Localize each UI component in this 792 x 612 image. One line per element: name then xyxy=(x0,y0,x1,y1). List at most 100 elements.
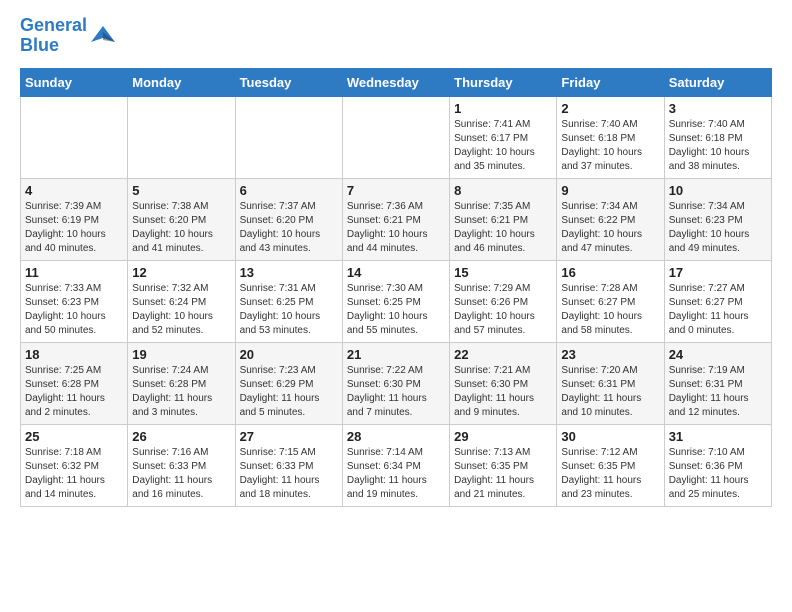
calendar-cell: 5 Sunrise: 7:38 AM Sunset: 6:20 PM Daylig… xyxy=(128,178,235,260)
weekday-header-wednesday: Wednesday xyxy=(342,68,449,96)
day-content: Sunrise: 7:36 AM Sunset: 6:21 PM Dayligh… xyxy=(347,200,445,256)
day-content: Sunrise: 7:38 AM Sunset: 6:20 PM Dayligh… xyxy=(132,200,230,256)
calendar-cell: 26Sunrise: 7:16 AM Sunset: 6:33 PM Dayli… xyxy=(128,424,235,506)
calendar-cell: 3Sunrise: 7:40 AM Sunset: 6:18 PM Daylig… xyxy=(664,96,771,178)
day-number: 12 xyxy=(132,265,230,280)
day-number: 4 xyxy=(25,183,123,198)
calendar-cell: 7 Sunrise: 7:36 AM Sunset: 6:21 PM Daylig… xyxy=(342,178,449,260)
calendar-cell: 9 Sunrise: 7:34 AM Sunset: 6:22 PM Daylig… xyxy=(557,178,664,260)
calendar-cell: 20Sunrise: 7:23 AM Sunset: 6:29 PM Dayli… xyxy=(235,342,342,424)
day-number: 16 xyxy=(561,265,659,280)
day-content: Sunrise: 7:21 AM Sunset: 6:30 PM Dayligh… xyxy=(454,364,552,420)
day-number: 30 xyxy=(561,429,659,444)
calendar-cell: 4 Sunrise: 7:39 AM Sunset: 6:19 PM Daylig… xyxy=(21,178,128,260)
day-number: 31 xyxy=(669,429,767,444)
logo-text: General Blue xyxy=(20,16,87,56)
weekday-header-monday: Monday xyxy=(128,68,235,96)
day-number: 19 xyxy=(132,347,230,362)
calendar-cell: 2 Sunrise: 7:40 AM Sunset: 6:18 PM Daylig… xyxy=(557,96,664,178)
day-number: 23 xyxy=(561,347,659,362)
day-number: 21 xyxy=(347,347,445,362)
calendar-cell: 22 Sunrise: 7:21 AM Sunset: 6:30 PM Dayli… xyxy=(450,342,557,424)
calendar-week-3: 11Sunrise: 7:33 AM Sunset: 6:23 PM Dayli… xyxy=(21,260,772,342)
calendar-table: SundayMondayTuesdayWednesdayThursdayFrid… xyxy=(20,68,772,507)
day-number: 9 xyxy=(561,183,659,198)
day-content: Sunrise: 7:41 AM Sunset: 6:17 PM Dayligh… xyxy=(454,118,552,174)
calendar-cell xyxy=(128,96,235,178)
weekday-header-row: SundayMondayTuesdayWednesdayThursdayFrid… xyxy=(21,68,772,96)
day-number: 7 xyxy=(347,183,445,198)
day-content: Sunrise: 7:39 AM Sunset: 6:19 PM Dayligh… xyxy=(25,200,123,256)
calendar-cell: 17 Sunrise: 7:27 AM Sunset: 6:27 PM Dayli… xyxy=(664,260,771,342)
calendar-cell: 23 Sunrise: 7:20 AM Sunset: 6:31 PM Dayli… xyxy=(557,342,664,424)
day-number: 3 xyxy=(669,101,767,116)
day-content: Sunrise: 7:10 AM Sunset: 6:36 PM Dayligh… xyxy=(669,446,767,502)
calendar-week-5: 25 Sunrise: 7:18 AM Sunset: 6:32 PM Dayli… xyxy=(21,424,772,506)
day-number: 25 xyxy=(25,429,123,444)
day-content: Sunrise: 7:34 AM Sunset: 6:22 PM Dayligh… xyxy=(561,200,659,256)
calendar-cell: 12 Sunrise: 7:32 AM Sunset: 6:24 PM Dayli… xyxy=(128,260,235,342)
calendar-cell: 18Sunrise: 7:25 AM Sunset: 6:28 PM Dayli… xyxy=(21,342,128,424)
logo-general: General xyxy=(20,15,87,35)
day-content: Sunrise: 7:27 AM Sunset: 6:27 PM Dayligh… xyxy=(669,282,767,338)
day-content: Sunrise: 7:30 AM Sunset: 6:25 PM Dayligh… xyxy=(347,282,445,338)
day-number: 15 xyxy=(454,265,552,280)
day-content: Sunrise: 7:19 AM Sunset: 6:31 PM Dayligh… xyxy=(669,364,767,420)
weekday-header-saturday: Saturday xyxy=(664,68,771,96)
day-number: 29 xyxy=(454,429,552,444)
day-number: 5 xyxy=(132,183,230,198)
day-content: Sunrise: 7:14 AM Sunset: 6:34 PM Dayligh… xyxy=(347,446,445,502)
day-content: Sunrise: 7:32 AM Sunset: 6:24 PM Dayligh… xyxy=(132,282,230,338)
weekday-header-tuesday: Tuesday xyxy=(235,68,342,96)
page: General Blue SundayMondayTuesdayWednesda… xyxy=(0,0,792,523)
day-content: Sunrise: 7:18 AM Sunset: 6:32 PM Dayligh… xyxy=(25,446,123,502)
calendar-cell: 13 Sunrise: 7:31 AM Sunset: 6:25 PM Dayli… xyxy=(235,260,342,342)
calendar-cell: 14 Sunrise: 7:30 AM Sunset: 6:25 PM Dayli… xyxy=(342,260,449,342)
day-content: Sunrise: 7:28 AM Sunset: 6:27 PM Dayligh… xyxy=(561,282,659,338)
weekday-header-sunday: Sunday xyxy=(21,68,128,96)
day-content: Sunrise: 7:15 AM Sunset: 6:33 PM Dayligh… xyxy=(240,446,338,502)
day-content: Sunrise: 7:13 AM Sunset: 6:35 PM Dayligh… xyxy=(454,446,552,502)
calendar-cell: 10 Sunrise: 7:34 AM Sunset: 6:23 PM Dayli… xyxy=(664,178,771,260)
day-content: Sunrise: 7:23 AM Sunset: 6:29 PM Dayligh… xyxy=(240,364,338,420)
calendar-cell: 25 Sunrise: 7:18 AM Sunset: 6:32 PM Dayli… xyxy=(21,424,128,506)
weekday-header-thursday: Thursday xyxy=(450,68,557,96)
day-number: 17 xyxy=(669,265,767,280)
day-number: 22 xyxy=(454,347,552,362)
day-number: 2 xyxy=(561,101,659,116)
calendar-cell: 6Sunrise: 7:37 AM Sunset: 6:20 PM Daylig… xyxy=(235,178,342,260)
calendar-cell: 8Sunrise: 7:35 AM Sunset: 6:21 PM Daylig… xyxy=(450,178,557,260)
day-content: Sunrise: 7:35 AM Sunset: 6:21 PM Dayligh… xyxy=(454,200,552,256)
logo-icon xyxy=(89,22,117,50)
day-number: 26 xyxy=(132,429,230,444)
calendar-cell xyxy=(21,96,128,178)
day-number: 27 xyxy=(240,429,338,444)
day-number: 13 xyxy=(240,265,338,280)
calendar-cell xyxy=(342,96,449,178)
day-content: Sunrise: 7:24 AM Sunset: 6:28 PM Dayligh… xyxy=(132,364,230,420)
day-number: 24 xyxy=(669,347,767,362)
day-content: Sunrise: 7:20 AM Sunset: 6:31 PM Dayligh… xyxy=(561,364,659,420)
calendar-cell: 24 Sunrise: 7:19 AM Sunset: 6:31 PM Dayli… xyxy=(664,342,771,424)
day-content: Sunrise: 7:34 AM Sunset: 6:23 PM Dayligh… xyxy=(669,200,767,256)
calendar-cell: 11Sunrise: 7:33 AM Sunset: 6:23 PM Dayli… xyxy=(21,260,128,342)
day-number: 1 xyxy=(454,101,552,116)
calendar-cell: 27 Sunrise: 7:15 AM Sunset: 6:33 PM Dayli… xyxy=(235,424,342,506)
logo: General Blue xyxy=(20,16,117,56)
day-content: Sunrise: 7:31 AM Sunset: 6:25 PM Dayligh… xyxy=(240,282,338,338)
header: General Blue xyxy=(20,16,772,56)
day-content: Sunrise: 7:40 AM Sunset: 6:18 PM Dayligh… xyxy=(561,118,659,174)
weekday-header-friday: Friday xyxy=(557,68,664,96)
calendar-cell: 19 Sunrise: 7:24 AM Sunset: 6:28 PM Dayli… xyxy=(128,342,235,424)
calendar-cell: 1 Sunrise: 7:41 AM Sunset: 6:17 PM Daylig… xyxy=(450,96,557,178)
day-number: 10 xyxy=(669,183,767,198)
day-content: Sunrise: 7:25 AM Sunset: 6:28 PM Dayligh… xyxy=(25,364,123,420)
calendar-cell: 21 Sunrise: 7:22 AM Sunset: 6:30 PM Dayli… xyxy=(342,342,449,424)
day-content: Sunrise: 7:22 AM Sunset: 6:30 PM Dayligh… xyxy=(347,364,445,420)
calendar-week-2: 4 Sunrise: 7:39 AM Sunset: 6:19 PM Daylig… xyxy=(21,178,772,260)
day-number: 14 xyxy=(347,265,445,280)
calendar-cell xyxy=(235,96,342,178)
day-content: Sunrise: 7:29 AM Sunset: 6:26 PM Dayligh… xyxy=(454,282,552,338)
calendar-cell: 15 Sunrise: 7:29 AM Sunset: 6:26 PM Dayli… xyxy=(450,260,557,342)
calendar-week-4: 18Sunrise: 7:25 AM Sunset: 6:28 PM Dayli… xyxy=(21,342,772,424)
